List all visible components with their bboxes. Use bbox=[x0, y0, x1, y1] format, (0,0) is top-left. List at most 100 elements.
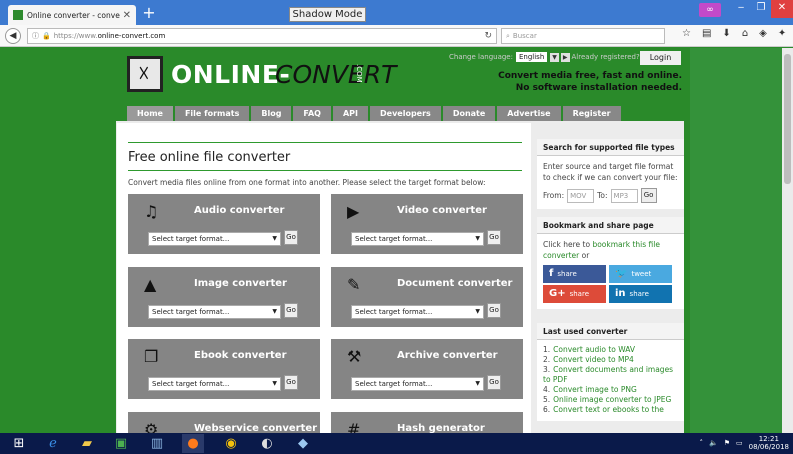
converter-title[interactable]: Archive converter bbox=[397, 350, 498, 361]
list-item[interactable]: 2. Convert video to MP4 bbox=[543, 355, 678, 365]
login-button[interactable]: Login bbox=[640, 51, 681, 65]
list-item[interactable]: 6. Convert text or ebooks to the bbox=[543, 405, 678, 415]
nav-blog[interactable]: Blog bbox=[251, 106, 292, 121]
internet-explorer-icon[interactable]: ℯ bbox=[42, 434, 64, 453]
network-app-icon[interactable]: ▥ bbox=[146, 434, 168, 453]
app-icon[interactable]: ◐ bbox=[256, 434, 278, 453]
flag-icon[interactable]: ⚑ bbox=[724, 439, 730, 447]
windows-start-icon[interactable]: ⊞ bbox=[8, 434, 30, 453]
document-icon: ✎ bbox=[347, 275, 361, 294]
nav-advertise[interactable]: Advertise bbox=[497, 106, 561, 121]
tagline-line-2: No software installation needed. bbox=[515, 83, 682, 93]
minimize-icon[interactable]: ‒ bbox=[731, 0, 751, 18]
maximize-icon[interactable]: ❐ bbox=[751, 0, 771, 18]
reload-icon[interactable]: ↻ bbox=[484, 31, 492, 41]
logo-text-online: ONLINE- bbox=[171, 60, 291, 89]
target-format-select[interactable]: Select target format... ▼ bbox=[351, 232, 484, 246]
private-mask-icon: ∞ bbox=[699, 3, 721, 17]
google-plus-share-button[interactable]: G+ share bbox=[543, 285, 606, 303]
search-placeholder: Buscar bbox=[512, 32, 537, 40]
main-column: Free online file converter Convert media… bbox=[117, 123, 531, 439]
chrome-icon[interactable]: ◉ bbox=[220, 434, 242, 453]
store-icon[interactable]: ▣ bbox=[110, 434, 132, 453]
go-button[interactable]: Go bbox=[284, 230, 298, 245]
list-item[interactable]: 5. Online image converter to JPEG bbox=[543, 395, 678, 405]
target-format-select[interactable]: Select target format... ▼ bbox=[148, 377, 281, 391]
nav-faq[interactable]: FAQ bbox=[293, 106, 331, 121]
go-button[interactable]: Go bbox=[487, 230, 501, 245]
nav-donate[interactable]: Donate bbox=[442, 106, 496, 121]
converter-title[interactable]: Audio converter bbox=[194, 205, 284, 216]
converter-title[interactable]: Video converter bbox=[397, 205, 487, 216]
target-format-select[interactable]: Select target format... ▼ bbox=[148, 305, 281, 319]
nav-file-formats[interactable]: File formats bbox=[174, 106, 250, 121]
bookmark-star-icon[interactable]: ☆ bbox=[682, 28, 691, 39]
chevron-right-icon[interactable]: ▶ bbox=[560, 52, 570, 62]
logo-text-com: .COM bbox=[355, 64, 363, 83]
pocket-icon[interactable]: ◈ bbox=[759, 28, 767, 39]
tab-close-icon[interactable]: ✕ bbox=[123, 10, 131, 21]
from-label: From: bbox=[543, 191, 565, 200]
browser-tab[interactable]: Online converter - convert v ✕ bbox=[8, 5, 136, 25]
go-button[interactable]: Go bbox=[487, 375, 501, 390]
app-icon[interactable]: ◆ bbox=[292, 434, 314, 453]
logo-text-convert: CONVERT bbox=[275, 60, 397, 89]
target-format-select[interactable]: Select target format... ▼ bbox=[351, 377, 484, 391]
chevron-down-icon[interactable]: ▼ bbox=[550, 52, 559, 62]
page-scrollbar[interactable] bbox=[782, 48, 793, 433]
video-icon: ▶ bbox=[347, 202, 360, 221]
list-item[interactable]: 1. Convert audio to WAV bbox=[543, 345, 678, 355]
go-button[interactable]: Go bbox=[284, 375, 298, 390]
target-format-select[interactable]: Select target format... ▼ bbox=[148, 232, 281, 246]
divider bbox=[128, 142, 522, 143]
extension-icon[interactable]: ✦ bbox=[778, 28, 786, 39]
intro-text: Convert media files online from one form… bbox=[128, 178, 486, 187]
close-window-icon[interactable]: ✕ bbox=[771, 0, 793, 18]
nav-register[interactable]: Register bbox=[562, 106, 621, 121]
firefox-icon[interactable]: ● bbox=[182, 434, 204, 453]
linkedin-share-button[interactable]: in share bbox=[609, 285, 672, 303]
facebook-share-button[interactable]: f share bbox=[543, 265, 606, 283]
converter-title[interactable]: Ebook converter bbox=[194, 350, 287, 361]
nav-home[interactable]: Home bbox=[127, 106, 173, 121]
image-icon: ▲ bbox=[144, 275, 157, 294]
reading-list-icon[interactable]: ▤ bbox=[702, 28, 711, 39]
converter-title[interactable]: Document converter bbox=[397, 278, 512, 289]
to-format-input[interactable]: MP3 bbox=[610, 188, 638, 203]
to-label: To: bbox=[597, 191, 608, 200]
file-explorer-icon[interactable]: ▰ bbox=[76, 434, 98, 453]
ebook-converter-card: ❐ Ebook converter Select target format..… bbox=[128, 339, 320, 399]
clock[interactable]: 12:21 08/06/2018 bbox=[749, 435, 789, 451]
notification-icon[interactable]: ▭ bbox=[736, 439, 743, 447]
list-item[interactable]: 3. Convert documents and images to PDF bbox=[543, 365, 678, 385]
info-icon[interactable]: ⓘ bbox=[32, 31, 39, 41]
chevron-down-icon: ▼ bbox=[272, 380, 277, 387]
go-button[interactable]: Go bbox=[487, 303, 501, 318]
archive-icon: ⚒ bbox=[347, 347, 362, 366]
scrollbar-thumb[interactable] bbox=[784, 54, 791, 184]
download-icon[interactable]: ⬇ bbox=[722, 28, 730, 39]
target-format-select[interactable]: Select target format... ▼ bbox=[351, 305, 484, 319]
twitter-share-button[interactable]: 🐦 tweet bbox=[609, 265, 672, 283]
go-button[interactable]: Go bbox=[640, 188, 657, 203]
box-title: Last used converter bbox=[537, 323, 684, 340]
nav-developers[interactable]: Developers bbox=[370, 106, 441, 121]
sidebar: Search for supported file types Enter so… bbox=[537, 139, 684, 429]
volume-icon[interactable]: 🔈 bbox=[709, 439, 718, 447]
site-logo[interactable]: ☓ ONLINE- CONVERT .COM bbox=[127, 52, 396, 100]
home-icon[interactable]: ⌂ bbox=[742, 28, 748, 39]
chevron-up-icon[interactable]: ˄ bbox=[700, 439, 704, 447]
list-item[interactable]: 4. Convert image to PNG bbox=[543, 385, 678, 395]
main-navigation: Home File formats Blog FAQ API Developer… bbox=[127, 106, 621, 121]
address-bar[interactable]: ⓘ 🔒 https://www.online-convert.com ↻ bbox=[27, 28, 497, 44]
nav-api[interactable]: API bbox=[332, 106, 368, 121]
back-arrow-icon[interactable]: ◀ bbox=[5, 28, 21, 44]
search-input[interactable]: ⌕ Buscar bbox=[501, 28, 665, 44]
from-format-input[interactable]: MOV bbox=[567, 188, 595, 203]
document-converter-card: ✎ Document converter Select target forma… bbox=[331, 267, 523, 327]
language-select[interactable]: English bbox=[515, 52, 548, 62]
converter-title[interactable]: Image converter bbox=[194, 278, 287, 289]
last-used-box: Last used converter 1. Convert audio to W… bbox=[537, 323, 684, 421]
new-tab-button[interactable]: + bbox=[140, 5, 158, 23]
go-button[interactable]: Go bbox=[284, 303, 298, 318]
